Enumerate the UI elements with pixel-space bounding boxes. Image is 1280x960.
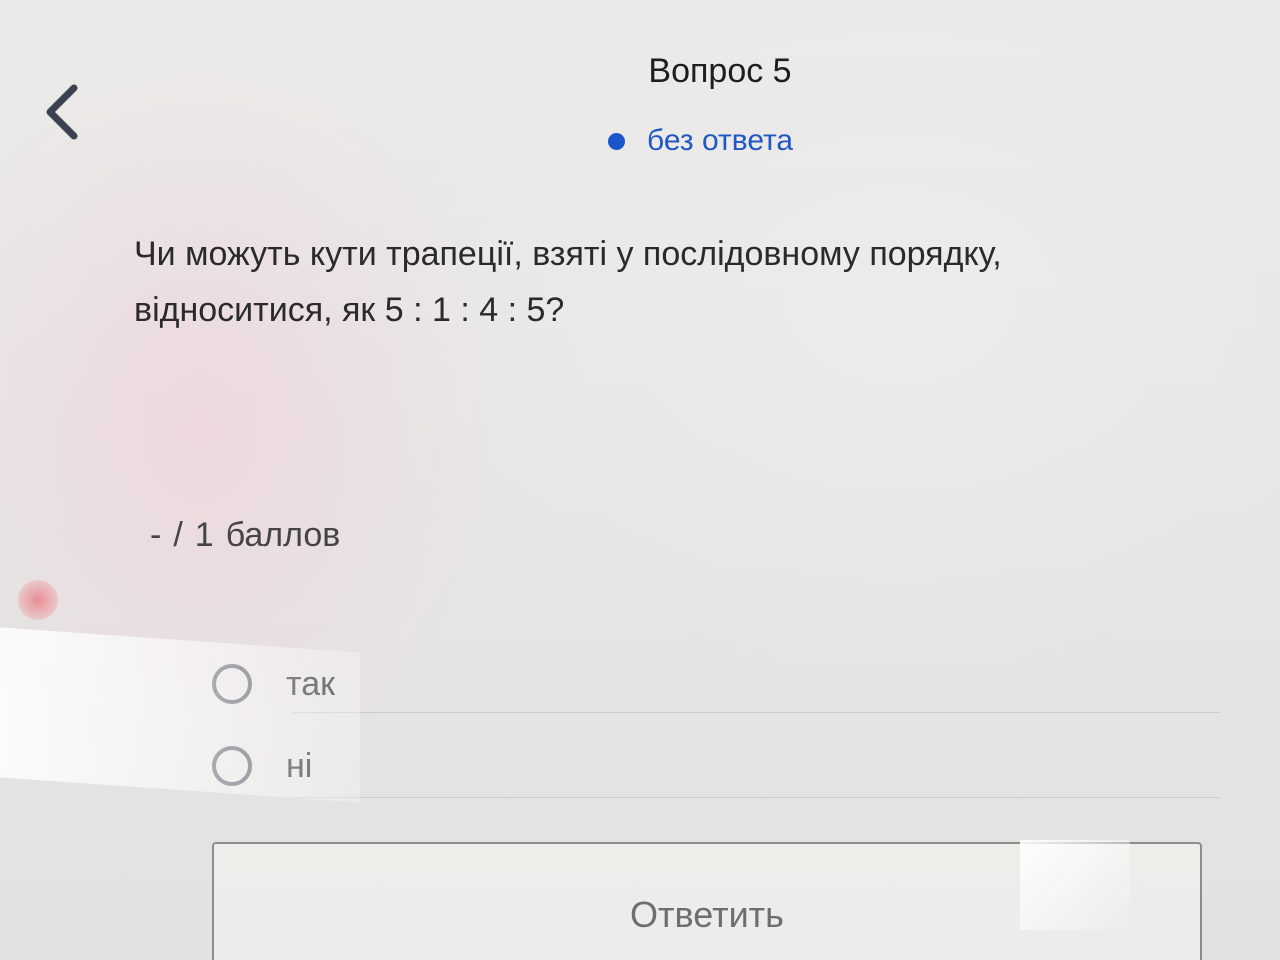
points-indicator: - / 1 баллов (150, 516, 340, 555)
option-label: ні (286, 746, 313, 785)
status-dot-icon (608, 132, 625, 150)
answer-option-no[interactable]: ні (212, 746, 312, 786)
option-divider (292, 797, 1220, 798)
screen-glare-spot (18, 580, 58, 620)
question-line: відноситися, як 5 : 1 : 4 : 5? (134, 291, 565, 329)
submit-button-label: Ответить (630, 894, 784, 935)
submit-answer-button[interactable]: Ответить (212, 842, 1202, 960)
answer-status: без ответа (608, 124, 793, 158)
answer-option-yes[interactable]: так (212, 664, 335, 704)
page-title: Вопрос 5 (648, 52, 792, 90)
points-unit: баллов (225, 516, 341, 554)
option-label: так (286, 664, 335, 703)
quiz-screen: Вопрос 5 без ответа Чи можуть кути трапе… (0, 0, 1280, 960)
option-divider (292, 712, 1220, 713)
radio-button[interactable] (212, 664, 252, 704)
points-score: - (150, 516, 162, 554)
points-separator: / (173, 516, 183, 554)
question-line: Чи можуть кути трапеції, взяті у послідо… (134, 235, 1002, 273)
status-label: без ответа (647, 124, 794, 157)
points-max: 1 (194, 516, 214, 554)
question-text: Чи можуть кути трапеції, взяті у послідо… (134, 226, 1134, 338)
radio-button[interactable] (212, 746, 252, 786)
